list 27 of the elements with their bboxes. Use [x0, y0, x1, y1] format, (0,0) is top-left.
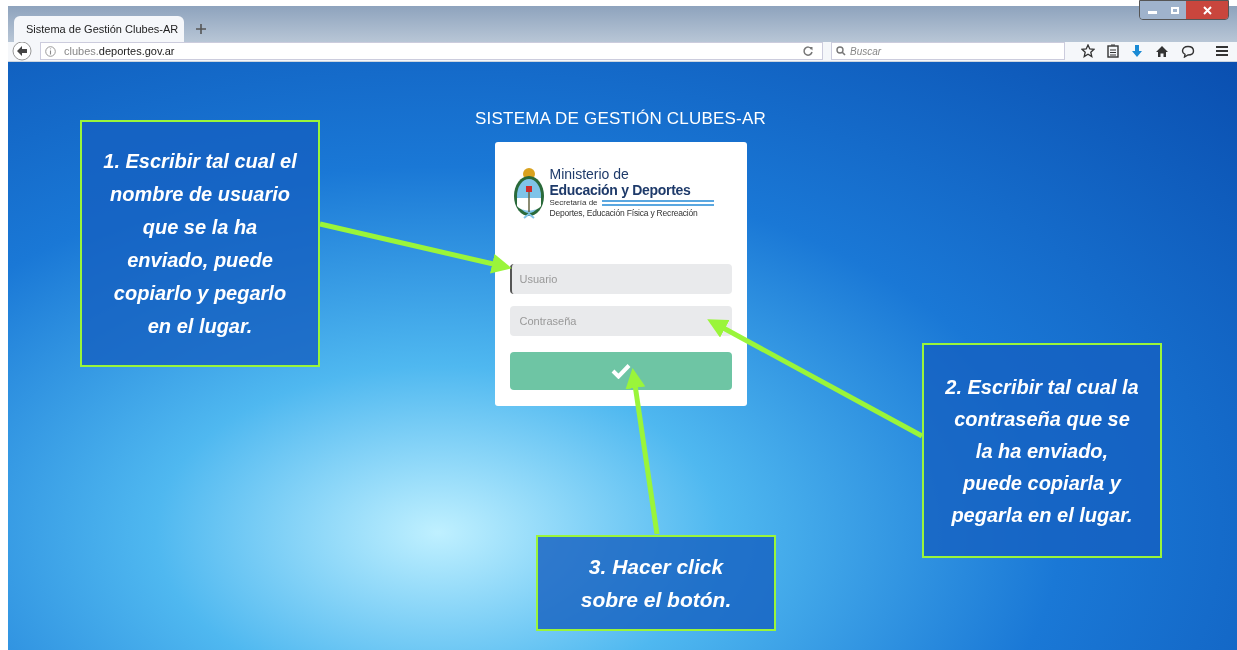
close-button[interactable] — [1186, 1, 1228, 19]
url-field[interactable]: clubes.deportes.gov.ar — [40, 42, 823, 60]
browser-tab[interactable]: Sistema de Gestión Clubes-AR — [14, 16, 184, 42]
home-icon[interactable] — [1155, 44, 1169, 58]
logo-text: Educación y Deportes — [549, 181, 692, 198]
download-icon[interactable] — [1131, 44, 1143, 58]
search-icon — [836, 46, 846, 56]
back-icon[interactable] — [12, 41, 32, 61]
star-icon[interactable] — [1081, 44, 1095, 58]
reload-icon[interactable] — [802, 45, 814, 57]
annotation-callout: 1. Escribir tal cual el nombre de usuario que se la ha enviado, puede copiarlo y pegarlo en el lugar. — [80, 120, 320, 367]
annotation-callout: 3. Hacer click sobre el botón. — [536, 535, 776, 631]
new-tab-icon[interactable] — [196, 24, 206, 34]
close-icon — [1202, 5, 1212, 15]
url-text: clubes.deportes.gov.ar — [64, 43, 175, 59]
menu-icon[interactable] — [1215, 45, 1229, 57]
speech-bubble-icon[interactable] — [1181, 44, 1195, 58]
annotation-callout: 2. Escribir tal cual la contraseña que se la ha enviado, puede copiarla y pegarla en el lugar. — [922, 343, 1162, 558]
input-field[interactable]: Contraseña — [509, 305, 732, 336]
input-field[interactable]: Usuario — [509, 263, 732, 294]
clipboard-icon[interactable] — [1107, 44, 1119, 58]
logo-text: Ministerio de — [549, 166, 630, 182]
logo-text: Deportes, Educación Física y Recreación — [549, 207, 699, 219]
page-title: SISTEMA DE GESTIÓN CLUBES-AR — [475, 108, 766, 130]
logo-text: Secretaría de — [549, 197, 598, 208]
search-field[interactable]: Buscar — [831, 42, 1065, 60]
checkmark-icon — [610, 362, 631, 379]
